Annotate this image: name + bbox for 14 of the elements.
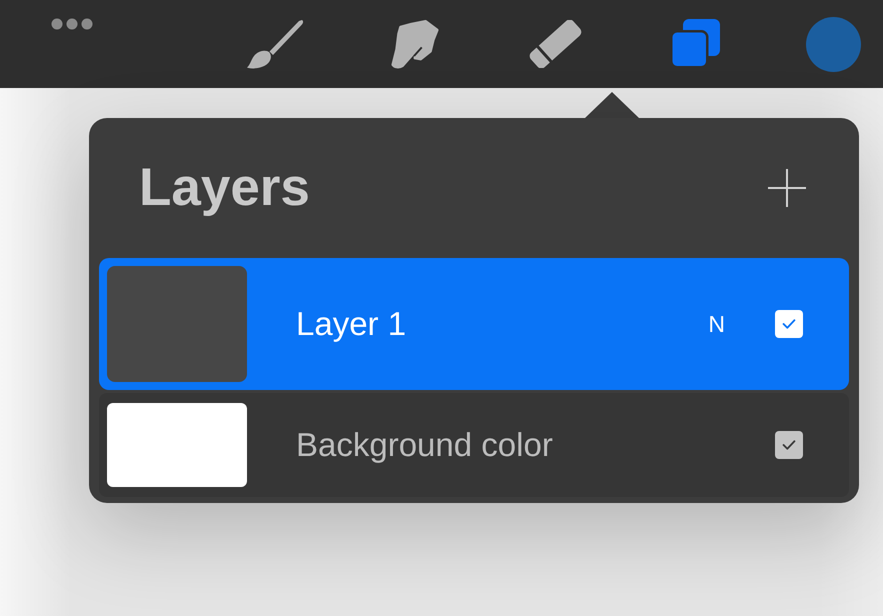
layer-row[interactable]: Layer 1 N [99, 258, 849, 390]
checkmark-icon [782, 440, 796, 450]
more-icon [51, 18, 93, 30]
panel-title: Layers [139, 157, 310, 220]
layer-row[interactable]: Background color [99, 393, 849, 497]
visibility-checkbox[interactable] [775, 431, 803, 459]
more-button[interactable] [51, 18, 93, 30]
blend-mode-label[interactable]: N [708, 306, 725, 342]
checkmark-icon [782, 319, 796, 329]
visibility-checkbox[interactable] [775, 310, 803, 338]
add-layer-button[interactable] [768, 169, 806, 207]
plus-icon [768, 169, 806, 207]
layer-name: Layer 1 [296, 304, 406, 344]
layer-name: Background color [296, 425, 553, 466]
